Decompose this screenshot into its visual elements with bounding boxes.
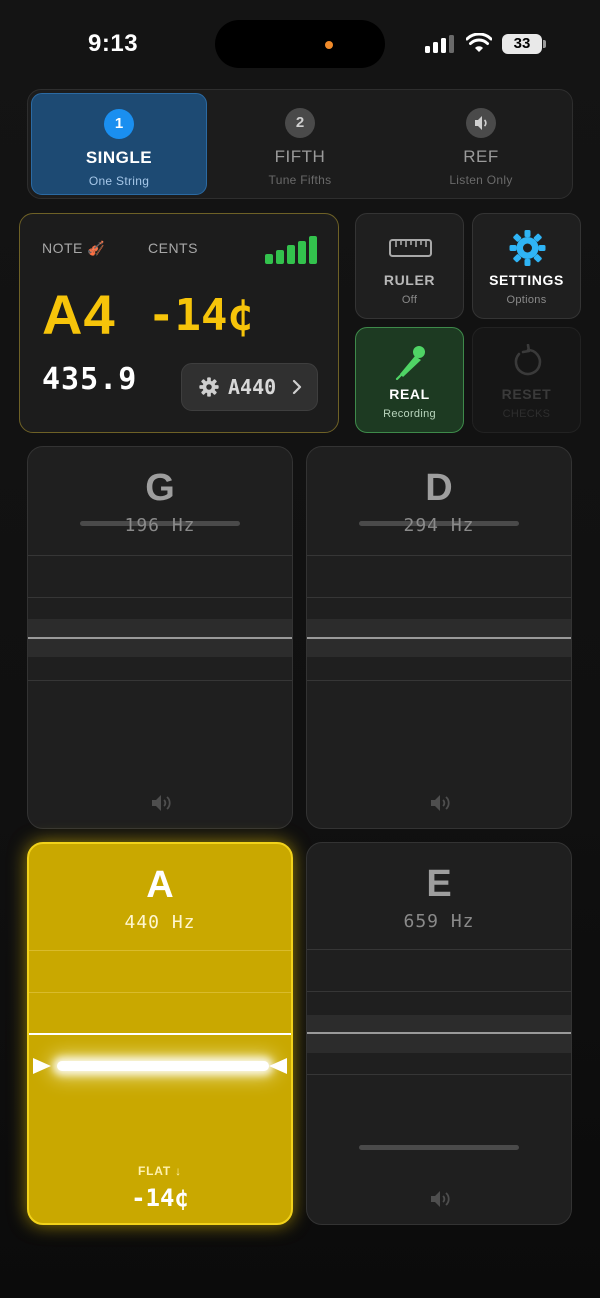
signal-level-meter <box>265 236 321 264</box>
ruler-icon <box>389 239 432 257</box>
string-card-g[interactable]: G 196 Hz <box>27 446 293 829</box>
note-label: NOTE 🎻 <box>42 240 106 256</box>
dynamic-island <box>215 20 385 68</box>
gauge-gridline <box>28 555 292 556</box>
mode-tab-fifth[interactable]: 2 FIFTH Tune Fifths <box>212 93 388 195</box>
speaker-icon[interactable] <box>146 792 176 814</box>
recording-indicator-dot <box>325 41 333 49</box>
reset-icon <box>514 344 542 376</box>
cents-label: CENTS <box>148 240 198 256</box>
violin-icon: 🎻 <box>87 240 106 256</box>
cellular-signal-icon <box>425 35 457 53</box>
mode-tab-single[interactable]: 1 SINGLE One String <box>31 93 207 195</box>
mode-number-badge: 1 <box>104 109 134 139</box>
gauge-center-line <box>307 637 571 639</box>
ruler-title: RULER <box>383 272 436 288</box>
microphone-icon <box>395 346 425 380</box>
settings-subtitle: Options <box>506 294 547 306</box>
string-frequency: 659 Hz <box>403 911 475 932</box>
note-readout-panel: NOTE 🎻 CENTS A4 -14¢ 435.9 A440 <box>19 213 339 433</box>
gauge-gridline <box>28 680 292 681</box>
mode-number-badge: 2 <box>285 108 315 138</box>
speaker-icon <box>466 108 496 138</box>
settings-title: SETTINGS <box>489 272 564 288</box>
string-card-e[interactable]: E 659 Hz <box>306 842 572 1225</box>
gauge-center-line <box>307 1032 571 1034</box>
mode-subtitle: Listen Only <box>449 173 513 187</box>
speaker-icon[interactable] <box>425 1188 455 1210</box>
reset-subtitle: CHECKS <box>502 408 551 420</box>
needle-arrow-right-icon <box>269 1058 287 1074</box>
in-tune-band <box>307 1015 571 1053</box>
ruler-status: Off <box>401 294 418 306</box>
wifi-icon <box>466 33 492 52</box>
real-subtitle: Recording <box>383 408 436 420</box>
needle-arrow-left-icon <box>33 1058 51 1074</box>
gauge-gridline <box>307 555 571 556</box>
string-card-d[interactable]: D 294 Hz <box>306 446 572 829</box>
gauge-gridline <box>28 597 292 598</box>
gauge-gridline <box>307 680 571 681</box>
cents-offset: -14¢ <box>148 290 254 341</box>
string-frequency: 294 Hz <box>403 515 475 536</box>
reset-title: RESET <box>501 386 552 402</box>
gauge-center-line <box>29 1033 291 1035</box>
mode-subtitle: Tune Fifths <box>268 173 332 187</box>
string-progress-underline <box>359 1145 519 1150</box>
gauge-gridline <box>307 949 571 950</box>
string-letter: E <box>426 863 452 905</box>
tuning-needle <box>57 1061 269 1071</box>
gauge-gridline <box>307 597 571 598</box>
string-cents-offset: -14¢ <box>131 1184 189 1212</box>
mode-selector: 1 SINGLE One String 2 FIFTH Tune Fifths … <box>27 89 573 199</box>
string-frequency: 196 Hz <box>124 515 196 536</box>
gauge-gridline <box>29 992 291 993</box>
status-bar: 9:13 33 <box>0 0 600 88</box>
battery-icon: 33 <box>502 34 542 54</box>
mode-title: REF <box>463 147 499 166</box>
tuning-direction-label: FLAT ↓ <box>138 1164 182 1178</box>
status-time: 9:13 <box>88 30 139 57</box>
reset-checks-button[interactable]: RESET CHECKS <box>472 327 581 433</box>
detected-note: A4 <box>42 283 116 346</box>
mode-title: FIFTH <box>274 147 326 166</box>
string-letter: G <box>145 467 175 509</box>
mode-title: SINGLE <box>85 148 153 167</box>
string-letter: A <box>146 864 174 906</box>
real-recording-button[interactable]: REAL Recording <box>355 327 464 433</box>
chevron-right-icon <box>292 379 302 395</box>
gauge-gridline <box>29 950 291 951</box>
detected-frequency: 435.9 <box>42 362 138 397</box>
reference-pitch-button[interactable]: A440 <box>181 363 318 411</box>
speaker-icon[interactable] <box>425 792 455 814</box>
battery-cap <box>543 40 546 48</box>
reference-pitch-label: A440 <box>228 375 277 399</box>
gauge-gridline <box>307 991 571 992</box>
string-frequency: 440 Hz <box>124 912 196 933</box>
settings-button[interactable]: SETTINGS Options <box>472 213 581 319</box>
real-title: REAL <box>389 386 430 402</box>
ruler-button[interactable]: RULER Off <box>355 213 464 319</box>
gauge-gridline <box>307 1074 571 1075</box>
mode-subtitle: One String <box>88 174 150 188</box>
gear-icon <box>199 377 219 397</box>
string-card-a[interactable]: A 440 Hz FLAT ↓ -14¢ <box>27 842 293 1225</box>
mode-tab-ref[interactable]: REF Listen Only <box>393 93 569 195</box>
gauge-center-line <box>28 637 292 639</box>
string-letter: D <box>425 467 453 509</box>
gear-icon <box>509 230 546 266</box>
